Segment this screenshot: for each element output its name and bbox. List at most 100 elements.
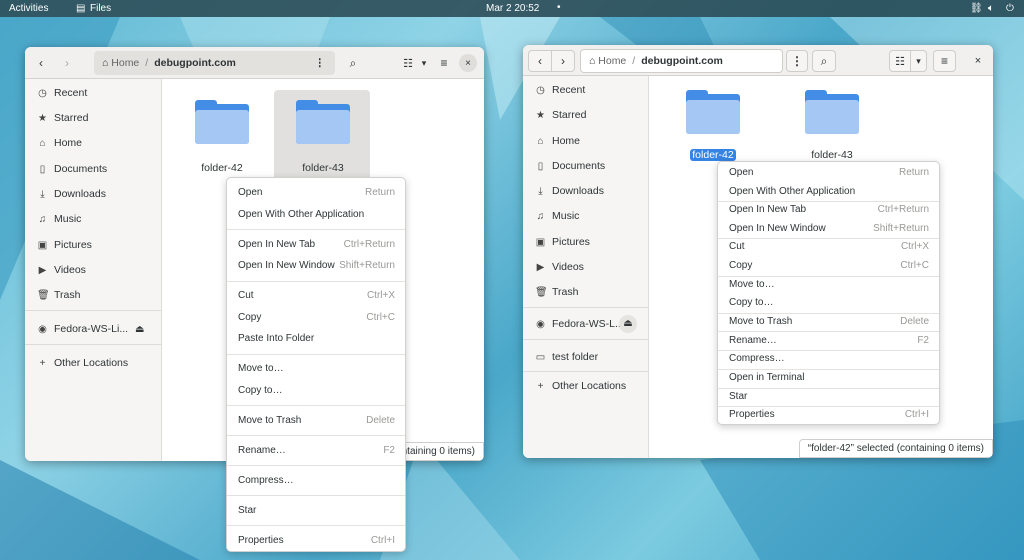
sidebar-item-trash[interactable]: 🗑︎ Trash <box>37 289 80 301</box>
sidebar-item-documents[interactable]: ▯ Documents <box>535 160 605 172</box>
sidebar-item-documents[interactable]: ▯ Documents <box>37 163 107 175</box>
more-options-button[interactable]: ⋮ <box>786 50 808 72</box>
menu-item-open-in-new-tab[interactable]: Open In New Tab Ctrl+Return <box>227 234 405 256</box>
sidebar-item-trash[interactable]: 🗑︎ Trash <box>535 286 578 298</box>
eject-icon[interactable]: ⏏ <box>619 315 637 333</box>
menu-item-open-with-other-application[interactable]: Open With Other Application <box>227 204 405 226</box>
clock[interactable]: Mar 2 20:52 <box>486 3 539 14</box>
menu-item-star[interactable]: Star <box>227 500 405 522</box>
close-button[interactable]: × <box>970 50 986 72</box>
menu-item-rename[interactable]: Rename… F2 <box>227 440 405 462</box>
menu-item-compress[interactable]: Compress… <box>227 470 405 492</box>
folder-name[interactable]: folder-42 <box>690 149 736 161</box>
path-bar[interactable]: ⌂ Home / debugpoint.com ⋮ <box>94 51 335 75</box>
menu-item-open-with-other-application[interactable]: Open With Other Application <box>718 183 939 202</box>
menu-item-open-in-terminal[interactable]: Open in Terminal <box>718 369 939 388</box>
sidebar-item-starred[interactable]: ★ Starred <box>37 112 88 124</box>
menu-item-open-in-new-tab[interactable]: Open In New Tab Ctrl+Return <box>718 201 939 220</box>
main-menu-button[interactable]: ≡ <box>933 50 956 72</box>
folder-icon[interactable] <box>296 100 350 144</box>
sidebar-item-home[interactable]: ⌂ Home <box>37 137 82 149</box>
view-options-dropdown[interactable]: ▾ <box>417 52 431 74</box>
menu-item-copy-to[interactable]: Copy to… <box>718 294 939 313</box>
search-button[interactable]: ⌕ <box>342 52 364 74</box>
view-list-button[interactable]: ☷ <box>399 52 417 74</box>
sidebar-item-recent[interactable]: ◷ Recent <box>535 84 585 96</box>
folder-name[interactable]: folder-43 <box>276 162 370 174</box>
menu-item-cut[interactable]: Cut Ctrl+X <box>227 285 405 307</box>
sidebar-item-starred[interactable]: ★ Starred <box>535 109 586 121</box>
folder-name[interactable]: folder-42 <box>175 162 269 174</box>
sidebar-item-recent[interactable]: ◷ Recent <box>37 87 87 99</box>
menu-item-star[interactable]: Star <box>718 388 939 407</box>
app-menu[interactable]: Files <box>90 3 111 14</box>
menu-item-paste-into-folder[interactable]: Paste Into Folder <box>227 328 405 350</box>
power-icon[interactable]: ⏻ <box>1006 3 1014 14</box>
back-button[interactable]: ‹ <box>31 52 51 74</box>
close-button[interactable]: × <box>459 54 477 72</box>
menu-separator <box>227 353 405 355</box>
menu-item-open[interactable]: Open Return <box>227 182 405 204</box>
sidebar-item-other-locations[interactable]: + Other Locations <box>37 357 129 369</box>
menu-item-rename[interactable]: Rename… F2 <box>718 332 939 351</box>
folder-icon[interactable] <box>686 90 740 134</box>
menu-item-shortcut: Ctrl+I <box>904 409 929 421</box>
sidebar-item-music[interactable]: ♫ Music <box>37 213 82 225</box>
sidebar-item-videos[interactable]: ▶ Videos <box>535 261 584 273</box>
search-button[interactable]: ⌕ <box>812 50 836 72</box>
eject-icon[interactable]: ⏏ <box>135 324 144 335</box>
menu-separator <box>227 525 405 527</box>
menu-item-properties[interactable]: Properties Ctrl+I <box>227 530 405 552</box>
sidebar-item-fedora-ws-li[interactable]: ◉ Fedora-WS-Li... <box>37 323 128 335</box>
menu-item-label: Open With Other Application <box>238 208 365 220</box>
back-button[interactable]: ‹ <box>528 50 552 72</box>
sidebar-item-fedora-ws-l[interactable]: ◉ Fedora-WS-L... <box>535 318 624 330</box>
sidebar-item-label: Trash <box>552 286 579 298</box>
sidebar-item-other-locations[interactable]: + Other Locations <box>535 380 627 392</box>
view-list-button[interactable]: ☷ <box>889 50 911 72</box>
sidebar-item-pictures[interactable]: ▣ Pictures <box>535 236 590 248</box>
folder-icon[interactable] <box>805 90 859 134</box>
folder-name[interactable]: folder-43 <box>785 149 879 161</box>
menu-item-move-to[interactable]: Move to… <box>718 276 939 295</box>
forward-button[interactable]: › <box>551 50 575 72</box>
menu-item-properties[interactable]: Properties Ctrl+I <box>718 406 939 425</box>
menu-item-open[interactable]: Open Return <box>718 164 939 183</box>
folder-icon[interactable] <box>195 100 249 144</box>
activities-button[interactable]: Activities <box>9 3 48 14</box>
menu-item-copy[interactable]: Copy Ctrl+C <box>718 257 939 276</box>
sidebar-item-home[interactable]: ⌂ Home <box>535 135 580 147</box>
path-home[interactable]: Home <box>598 55 626 67</box>
view-options-dropdown[interactable]: ▾ <box>910 50 927 72</box>
path-current[interactable]: debugpoint.com <box>154 57 236 69</box>
sidebar-item-music[interactable]: ♫ Music <box>535 210 580 222</box>
path-current[interactable]: debugpoint.com <box>641 55 723 67</box>
sidebar-item-videos[interactable]: ▶ Videos <box>37 264 86 276</box>
menu-item-label: Open In New Tab <box>238 238 316 250</box>
sidebar-item-label: test folder <box>552 351 599 363</box>
forward-button[interactable]: › <box>57 52 77 74</box>
menu-item-copy[interactable]: Copy Ctrl+C <box>227 307 405 329</box>
sidebar-item-label: Music <box>54 213 82 225</box>
path-bar[interactable]: ⌂ Home / debugpoint.com <box>580 49 783 73</box>
menu-item-open-in-new-window[interactable]: Open In New Window Shift+Return <box>227 255 405 277</box>
sidebar-divider <box>25 310 161 311</box>
menu-item-compress[interactable]: Compress… <box>718 350 939 369</box>
sidebar-item-test-folder[interactable]: ▭ test folder <box>535 351 598 363</box>
menu-item-open-in-new-window[interactable]: Open In New Window Shift+Return <box>718 220 939 239</box>
path-home[interactable]: Home <box>111 57 139 69</box>
main-menu-button[interactable]: ≡ <box>434 52 454 74</box>
sidebar-item-downloads[interactable]: ⤓ Downloads <box>37 188 106 200</box>
menu-item-move-to-trash[interactable]: Move to Trash Delete <box>227 410 405 432</box>
menu-item-label: Move to Trash <box>238 414 302 426</box>
sidebar-item-pictures[interactable]: ▣ Pictures <box>37 239 92 251</box>
sidebar-item-downloads[interactable]: ⤓ Downloads <box>535 185 604 197</box>
menu-item-move-to[interactable]: Move to… <box>227 358 405 380</box>
menu-item-copy-to[interactable]: Copy to… <box>227 380 405 402</box>
network-icon[interactable]: ⛓ <box>970 3 983 14</box>
volume-icon[interactable]: 🔈︎ <box>988 3 994 14</box>
disk-icon: ◉ <box>38 323 47 335</box>
more-options-icon[interactable]: ⋮ <box>315 57 326 69</box>
menu-item-cut[interactable]: Cut Ctrl+X <box>718 238 939 257</box>
menu-item-move-to-trash[interactable]: Move to Trash Delete <box>718 313 939 332</box>
